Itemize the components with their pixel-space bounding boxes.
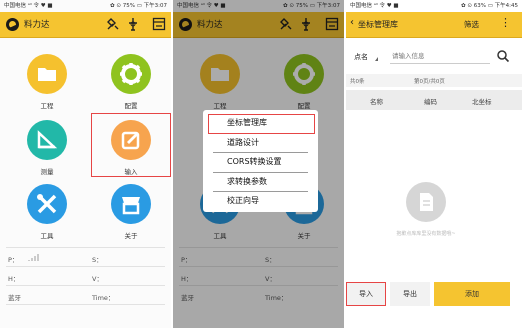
divider [6, 285, 165, 286]
satellite-icon[interactable] [106, 17, 120, 34]
ruler-icon [27, 120, 67, 160]
col-name: 名称 [370, 98, 383, 106]
add-button[interactable]: 添加 [434, 282, 510, 306]
info-h-label: H： [8, 275, 20, 283]
status-right: ✿ ⊙ 63% ▭ 下午4:45 [461, 3, 518, 9]
count-bar: 共0条 第0页/共0页 [346, 74, 522, 87]
home-item-label: 工程 [40, 102, 54, 110]
home-item-config[interactable]: 配置 [96, 54, 166, 116]
info-time-label: Time： [92, 294, 115, 302]
home-item-survey[interactable]: 测量 [12, 120, 82, 182]
highlight-frame [208, 114, 315, 134]
menu-item-transform-params[interactable]: 求转换参数 [227, 176, 267, 187]
status-bar: 中国电信 ᵃˡˡ 令 ♥ ■ ✿ ⊙ 75% ▭ 下午3:07 [0, 0, 171, 12]
divider [6, 266, 165, 267]
status-right: ✿ ⊙ 75% ▭ 下午3:07 [110, 3, 167, 9]
antenna-icon[interactable] [126, 17, 140, 34]
chart-board-icon[interactable] [152, 17, 166, 34]
tools-icon [27, 184, 67, 224]
menu-separator [213, 152, 308, 153]
menu-item-calibration-wizard[interactable]: 校正向导 [227, 195, 259, 206]
folder-icon [27, 54, 67, 94]
menu-item-cors-settings[interactable]: CORS转换设置 [227, 156, 282, 167]
gear-icon [111, 54, 151, 94]
col-code: 编码 [424, 98, 437, 106]
page-title: 坐标管理库 [358, 20, 398, 29]
bluetooth-label[interactable]: 蓝牙 [8, 292, 21, 302]
home-item-about[interactable]: 关于 [96, 184, 166, 246]
home-item-project[interactable]: 工程 [12, 54, 82, 116]
more-menu-icon[interactable]: ⋮ [500, 16, 511, 29]
home-item-label: 测量 [40, 168, 54, 176]
chevron-down-icon [375, 57, 378, 61]
shop-icon [111, 184, 151, 224]
empty-state-text: 抱歉点库库里没有数据哦~ [396, 231, 456, 237]
back-arrow-icon[interactable]: ‹ [350, 17, 354, 28]
page-indicator: 第0页/共0页 [414, 79, 445, 85]
menu-separator [213, 172, 308, 173]
home-item-label: 配置 [124, 102, 138, 110]
status-left: 中国电信 ᵃˡˡ 令 ♥ ■ [350, 3, 399, 9]
status-left: 中国电信 ᵃˡˡ 令 ♥ ■ [4, 3, 53, 9]
menu-separator [213, 191, 308, 192]
filter-button[interactable]: 筛选 [464, 19, 479, 30]
home-item-label: 关于 [124, 232, 138, 240]
app-bar: 料力达 [0, 12, 171, 38]
signal-icon [28, 254, 40, 264]
export-button[interactable]: 导出 [390, 282, 430, 306]
home-screen: 中国电信 ᵃˡˡ 令 ♥ ■ ✿ ⊙ 75% ▭ 下午3:07 料力达 工程 配… [0, 0, 171, 328]
import-button[interactable]: 导入 [346, 282, 386, 306]
table-header: 名称 编码 北坐标 [346, 90, 522, 110]
bottom-toolbar: 导入 导出 添加 [346, 282, 522, 306]
home-item-tools[interactable]: 工具 [12, 184, 82, 246]
status-bar: 中国电信 ᵃˡˡ 令 ♥ ■ ✿ ⊙ 63% ▭ 下午4:45 [346, 0, 522, 12]
search-row: 点名 [346, 46, 522, 66]
field-select[interactable]: 点名 [354, 52, 368, 62]
coord-library-screen: 中国电信 ᵃˡˡ 令 ♥ ■ ✿ ⊙ 63% ▭ 下午4:45 ‹ 坐标管理库 … [346, 0, 522, 328]
home-screen-with-menu: 中国电信 ᵃˡˡ 令 ♥ ■ ✿ ⊙ 75% ▭ 下午3:07 料力达 工程 配… [173, 0, 344, 328]
highlight-frame [91, 113, 171, 177]
menu-item-road-design[interactable]: 道路设计 [227, 137, 259, 148]
app-title: 料力达 [24, 20, 50, 30]
col-north: 北坐标 [472, 98, 492, 106]
app-logo-icon [6, 18, 19, 31]
info-v-label: V： [92, 275, 103, 283]
info-s-label: S： [92, 256, 103, 264]
search-input[interactable] [390, 49, 490, 64]
record-count: 共0条 [350, 79, 365, 85]
page-header: ‹ 坐标管理库 筛选 ⋮ [346, 12, 522, 38]
info-p-label: P： [8, 256, 19, 264]
empty-document-icon [406, 182, 446, 222]
divider [6, 247, 165, 248]
search-icon[interactable] [496, 48, 510, 67]
divider [6, 304, 165, 305]
home-item-label: 工具 [40, 232, 54, 240]
